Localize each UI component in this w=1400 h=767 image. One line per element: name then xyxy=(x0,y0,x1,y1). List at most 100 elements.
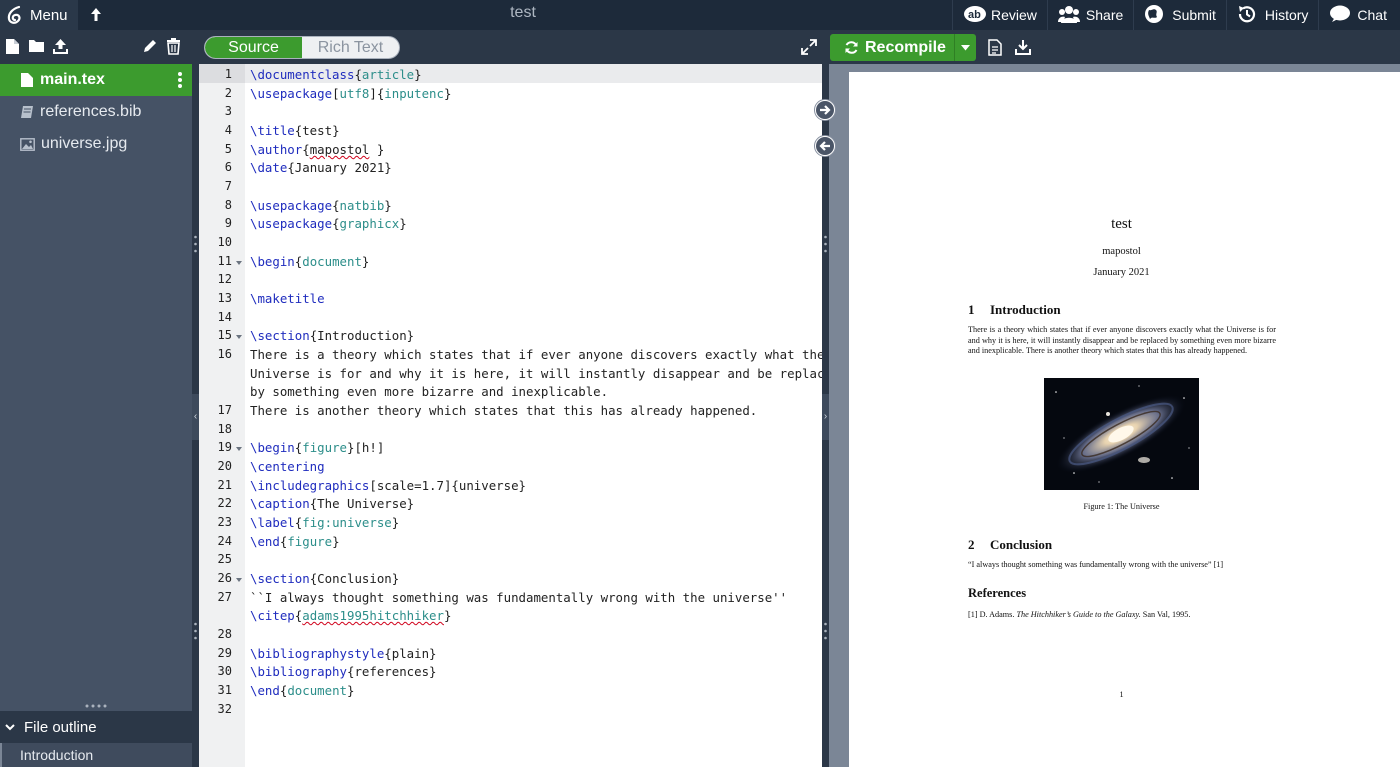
collapse-file-tree-icon[interactable]: ‹ xyxy=(192,394,199,440)
active-line-gutter xyxy=(199,64,245,83)
history-icon xyxy=(1237,4,1259,26)
rich-text-mode-button[interactable]: Rich Text xyxy=(302,37,399,58)
code-line: \section{Conclusion} xyxy=(250,571,400,586)
code-line: \date{January 2021} xyxy=(250,160,392,175)
submit-button[interactable]: Submit xyxy=(1133,0,1226,30)
sync-to-code-arrow-icon[interactable] xyxy=(814,135,836,157)
code-line: There is another theory which states tha… xyxy=(250,403,758,418)
file-options-icon[interactable] xyxy=(178,70,182,90)
sync-to-pdf-arrow-icon[interactable] xyxy=(814,99,836,121)
share-button[interactable]: Share xyxy=(1046,0,1133,30)
code-line: \end{figure} xyxy=(250,534,340,549)
code-line: \bibliography{references} xyxy=(250,664,437,679)
menu-button[interactable]: Menu xyxy=(0,0,78,30)
fold-arrow-icon[interactable] xyxy=(236,335,242,339)
code-line-wrapped: by something even more bizarre and inexp… xyxy=(250,384,609,399)
share-label: Share xyxy=(1085,7,1124,23)
pdf-reference-entry: [1] D. Adams. The Hitchhiker’s Guide to … xyxy=(968,610,1191,619)
code-line: \author{mapostol } xyxy=(250,142,385,157)
file-tree-panel: main.tex references.bib universe.jpg Fil… xyxy=(0,30,192,767)
fold-arrow-icon[interactable] xyxy=(236,261,242,265)
code-line: \maketitle xyxy=(250,291,325,306)
file-name: main.tex xyxy=(40,71,105,88)
code-editor-panel: Source Rich Text 1 2 3 4 5 6 7 8 9 10 11… xyxy=(199,30,839,767)
share-icon xyxy=(1057,4,1080,26)
menu-label: Menu xyxy=(30,6,68,24)
code-line: \usepackage{graphicx} xyxy=(250,216,407,231)
recompile-main[interactable]: Recompile xyxy=(830,39,954,57)
pdf-author: mapostol xyxy=(1102,246,1141,257)
pdf-preview-panel: Recompile test mapostol January 2021 1 In… xyxy=(829,30,1400,767)
download-pdf-icon[interactable] xyxy=(1015,39,1031,56)
rename-pencil-icon[interactable] xyxy=(142,38,159,55)
new-folder-icon[interactable] xyxy=(28,38,45,55)
fold-arrow-icon[interactable] xyxy=(236,447,242,451)
code-line: \begin{figure}[h!] xyxy=(250,440,385,455)
overleaf-logo-icon xyxy=(6,5,24,25)
file-icon xyxy=(20,72,34,88)
file-outline-toggle[interactable]: File outline xyxy=(0,711,192,743)
pdf-title: test xyxy=(1111,216,1132,232)
editor-mode-toggle: Source Rich Text xyxy=(204,36,400,59)
code-line: \section{Introduction} xyxy=(250,328,415,343)
pdf-page-number: 1 xyxy=(1119,690,1124,699)
submit-label: Submit xyxy=(1172,7,1216,23)
pdf-body-text: There is a theory which states that if e… xyxy=(968,325,1276,356)
delete-trash-icon[interactable] xyxy=(166,38,183,55)
review-icon: ab xyxy=(963,4,986,26)
chat-label: Chat xyxy=(1357,7,1387,23)
file-item-references-bib[interactable]: references.bib xyxy=(0,96,192,128)
code-area[interactable]: \documentclass{article} \usepackage[utf8… xyxy=(245,64,839,767)
outline-drag-handle[interactable] xyxy=(84,703,108,709)
pdf-toolbar: Recompile xyxy=(829,30,1400,64)
pdf-conclusion-text: “I always thought something was fundamen… xyxy=(968,560,1224,569)
file-name: references.bib xyxy=(40,103,142,120)
spellcheck-word[interactable]: adams1995hitchhiker xyxy=(302,608,444,623)
top-actions: ab Review Share Submit History Chat xyxy=(952,0,1400,30)
fold-arrow-icon[interactable] xyxy=(236,578,242,582)
code-line: \begin{document} xyxy=(250,254,370,269)
file-item-main-tex[interactable]: main.tex xyxy=(0,64,192,96)
outline-item-introduction[interactable]: Introduction xyxy=(0,743,192,767)
back-to-projects-icon[interactable] xyxy=(86,5,106,25)
review-button[interactable]: ab Review xyxy=(952,0,1047,30)
file-list: main.tex references.bib universe.jpg xyxy=(0,64,192,160)
code-line: ``I always thought something was fundame… xyxy=(250,590,788,605)
project-title[interactable]: test xyxy=(450,0,596,30)
spellcheck-word[interactable]: mapostol xyxy=(310,142,370,157)
code-line: \label{fig:universe} xyxy=(250,515,400,530)
code-line-wrapped: \citep{adams1995hitchhiker} xyxy=(250,608,452,623)
expand-editor-icon[interactable] xyxy=(801,39,817,55)
caret-down-icon xyxy=(961,44,970,51)
pdf-references-heading: References xyxy=(968,586,1027,600)
code-line: \usepackage[utf8]{inputenc} xyxy=(250,86,452,101)
source-mode-button[interactable]: Source xyxy=(205,37,302,58)
image-icon xyxy=(20,137,35,151)
recompile-button[interactable]: Recompile xyxy=(830,34,976,61)
upload-icon[interactable] xyxy=(52,38,69,55)
pdf-section-heading: 2 Conclusion xyxy=(968,537,1053,552)
code-line-wrapped: Universe is for and why it is here, it w… xyxy=(250,366,840,381)
history-label: History xyxy=(1264,7,1309,23)
file-tree-resizer[interactable]: ‹ xyxy=(192,30,199,767)
submit-icon xyxy=(1144,4,1166,26)
code-line: \bibliographystyle{plain} xyxy=(250,646,437,661)
top-bar: Menu test ab Review Share Submit History… xyxy=(0,0,1400,30)
history-button[interactable]: History xyxy=(1225,0,1319,30)
collapse-pdf-icon[interactable]: › xyxy=(822,394,829,440)
line-number-gutter: 1 2 3 4 5 6 7 8 9 10 11 12 13 14 15 16 1… xyxy=(199,64,245,767)
galaxy-image xyxy=(1044,378,1199,490)
code-line: \usepackage{natbib} xyxy=(250,198,392,213)
pdf-date: January 2021 xyxy=(1093,267,1150,278)
new-file-icon[interactable] xyxy=(5,38,22,55)
recompile-options-dropdown[interactable] xyxy=(954,34,976,61)
chevron-down-icon xyxy=(4,721,16,733)
chat-icon xyxy=(1329,4,1351,26)
book-icon xyxy=(20,105,34,119)
pdf-page[interactable]: test mapostol January 2021 1 Introduction… xyxy=(849,72,1400,767)
file-item-universe-jpg[interactable]: universe.jpg xyxy=(0,128,192,160)
chat-button[interactable]: Chat xyxy=(1318,0,1397,30)
editor-toolbar: Source Rich Text xyxy=(199,30,822,64)
refresh-icon xyxy=(844,40,859,55)
view-logs-icon[interactable] xyxy=(988,39,1004,56)
